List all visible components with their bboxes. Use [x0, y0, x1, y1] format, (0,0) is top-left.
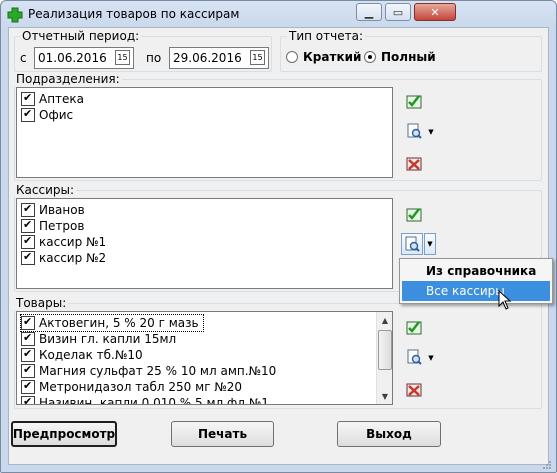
checkbox[interactable]	[21, 91, 35, 106]
cashiers-list[interactable]: Иванов Петров кассир №1 кассир №2	[16, 198, 393, 289]
checkbox[interactable]	[21, 234, 35, 249]
checkbox[interactable]	[21, 331, 35, 346]
goods-list[interactable]: Актовегин, 5 % 20 г мазь Визин гл. капли…	[16, 311, 393, 405]
minimize-icon: ▁	[364, 5, 374, 19]
goods-label: Товары:	[14, 296, 69, 310]
menu-item-from-directory[interactable]: Из справочника	[402, 261, 550, 281]
departments-dropdown-arrow-icon[interactable]: ▼	[427, 128, 435, 136]
checkbox[interactable]	[21, 218, 35, 233]
list-item[interactable]: кассир №1	[21, 234, 106, 250]
list-item[interactable]: Називин, капли 0,010 % 5 мл фл.№1	[21, 395, 269, 404]
close-icon: ✕	[430, 5, 440, 19]
goods-check-all-button[interactable]	[403, 316, 425, 338]
mouse-cursor-icon	[498, 289, 512, 310]
to-label: по	[146, 51, 162, 65]
scroll-thumb[interactable]	[378, 330, 392, 370]
cashiers-select-button[interactable]	[401, 233, 423, 255]
scroll-down-icon[interactable]: ▼	[377, 388, 392, 404]
size-grip-icon[interactable]	[540, 458, 552, 470]
list-item[interactable]: Петров	[21, 218, 84, 234]
date-to-value: 29.06.2016	[173, 51, 242, 65]
maximize-button[interactable]: ▭	[385, 3, 411, 21]
select-from-list-icon	[405, 236, 420, 252]
checkbox[interactable]	[21, 363, 35, 378]
goods-scrollbar[interactable]: ▲ ▼	[376, 312, 392, 404]
list-item[interactable]: Аптека	[21, 91, 84, 107]
report-type-label: Тип отчета:	[287, 29, 365, 43]
checkbox[interactable]	[21, 315, 35, 330]
departments-check-all-button[interactable]	[403, 90, 425, 112]
preview-button[interactable]: Предпросмотр	[11, 421, 117, 447]
cashiers-dropdown-arrow-icon[interactable]: ▼	[424, 233, 436, 255]
minimize-button[interactable]: ▁	[356, 3, 382, 21]
period-label: Отчетный период:	[20, 29, 142, 43]
checkbox[interactable]	[21, 107, 35, 122]
checkbox[interactable]	[21, 250, 35, 265]
cashiers-popup-menu: Из справочника Все кассиры	[399, 258, 553, 304]
check-all-icon	[406, 208, 422, 222]
list-item[interactable]: Метронидазол табл 250 мг №20	[21, 379, 242, 395]
radio-brief[interactable]	[286, 51, 298, 63]
print-button[interactable]: Печать	[171, 421, 274, 447]
maximize-icon: ▭	[392, 5, 404, 19]
departments-label: Подразделения:	[14, 72, 122, 86]
goods-select-button[interactable]	[403, 346, 425, 368]
goods-dropdown-arrow-icon[interactable]: ▼	[427, 354, 435, 362]
date-from-value: 01.06.2016	[38, 51, 107, 65]
check-all-icon	[406, 95, 422, 109]
calendar-from-icon[interactable]: 15	[115, 50, 130, 65]
list-item[interactable]: Офис	[21, 107, 73, 123]
list-item[interactable]: Коделак тб.№10	[21, 347, 143, 363]
radio-full[interactable]	[364, 51, 376, 63]
list-item[interactable]: Иванов	[21, 202, 85, 218]
title-bar[interactable]: Реализация товаров по кассирам	[1, 1, 554, 27]
list-item[interactable]: Визин гл. капли 15мл	[21, 331, 176, 347]
menu-item-all-cashiers[interactable]: Все кассиры	[402, 281, 550, 301]
radio-full-label[interactable]: Полный	[381, 50, 436, 64]
exit-button[interactable]: Выход	[337, 421, 441, 447]
uncheck-all-icon	[406, 157, 422, 171]
departments-select-button[interactable]	[403, 120, 425, 142]
window-title: Реализация товаров по кассирам	[28, 7, 240, 21]
uncheck-all-icon	[406, 383, 422, 397]
list-item[interactable]: Актовегин, 5 % 20 г мазь	[20, 314, 204, 332]
calendar-to-icon[interactable]: 15	[250, 50, 265, 65]
scroll-up-icon[interactable]: ▲	[377, 312, 392, 328]
list-item[interactable]: Магния сульфат 25 % 10 мл амп.№10	[21, 363, 276, 379]
from-label: с	[20, 51, 27, 65]
select-from-list-icon	[407, 349, 422, 365]
checkbox[interactable]	[21, 379, 35, 394]
select-from-list-icon	[407, 123, 422, 139]
cashiers-label: Кассиры:	[14, 183, 77, 197]
checkbox[interactable]	[21, 202, 35, 217]
radio-brief-label[interactable]: Краткий	[303, 50, 361, 64]
cashiers-check-all-button[interactable]	[403, 203, 425, 225]
checkbox[interactable]	[21, 347, 35, 362]
list-item[interactable]: кассир №2	[21, 250, 106, 266]
goods-uncheck-all-button[interactable]	[403, 378, 425, 400]
close-button[interactable]: ✕	[414, 3, 456, 21]
checkbox[interactable]	[21, 395, 35, 404]
pharmacy-cross-icon	[7, 7, 23, 23]
departments-uncheck-all-button[interactable]	[403, 152, 425, 174]
departments-list[interactable]: Аптека Офис	[16, 87, 393, 178]
check-all-icon	[406, 321, 422, 335]
